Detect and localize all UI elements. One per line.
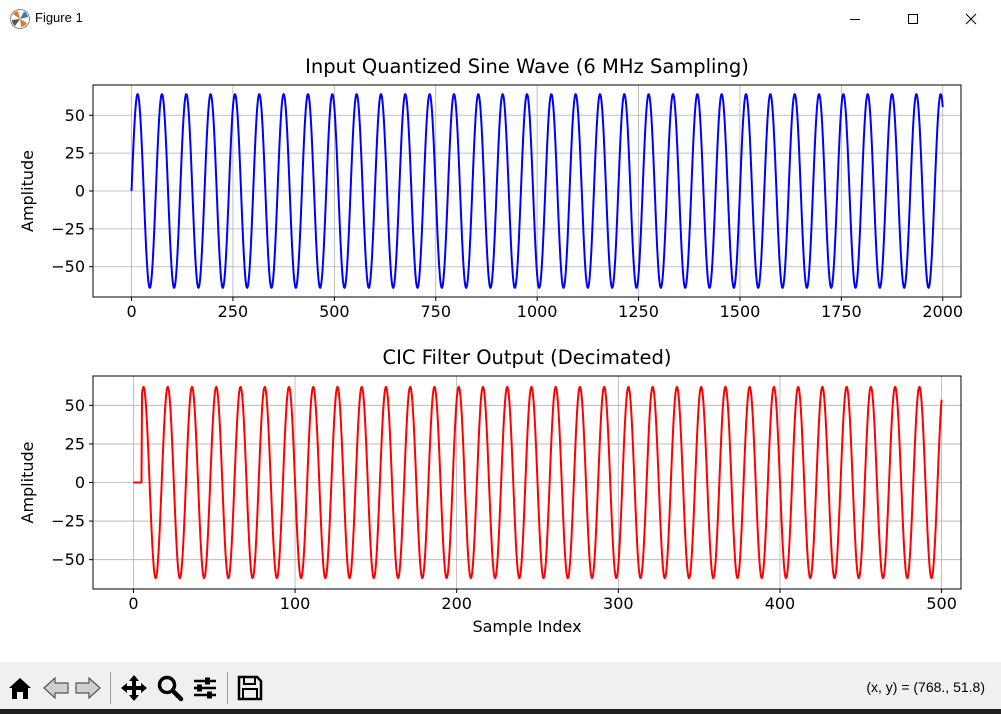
- save-button[interactable]: [234, 672, 266, 704]
- cursor-coordinates: (x, y) = (768., 51.8): [866, 679, 985, 695]
- configure-subplots-icon: [194, 677, 216, 699]
- home-button[interactable]: [4, 672, 36, 704]
- x-tick-label: 1250: [618, 302, 659, 321]
- y-tick-label: 0: [75, 473, 85, 492]
- close-button[interactable]: [942, 0, 1000, 38]
- x-tick-label: 0: [126, 302, 136, 321]
- minimize-icon: [850, 19, 860, 20]
- forward-arrow-icon: [75, 676, 101, 700]
- zoom-button[interactable]: [154, 672, 186, 704]
- back-button[interactable]: [40, 672, 72, 704]
- y-tick-label: 50: [65, 106, 85, 125]
- x-tick-label: 500: [926, 594, 957, 613]
- pan-button[interactable]: [118, 672, 150, 704]
- x-tick-label: 750: [420, 302, 451, 321]
- zoom-icon: [157, 675, 184, 702]
- toolbar-separator: [227, 672, 228, 704]
- x-tick-label: 2000: [922, 302, 963, 321]
- x-tick-label: 1750: [821, 302, 862, 321]
- y-axis-label: Amplitude: [18, 442, 37, 524]
- figure-canvas[interactable]: 0 250 500 750 1000 1250 1500 1750 2000 50 25 0 −25 −5…: [0, 38, 1001, 662]
- y-tick-label: 25: [65, 144, 85, 163]
- close-icon: [965, 13, 977, 25]
- y-tick-label: 50: [65, 396, 85, 415]
- window-title: Figure 1: [35, 10, 83, 25]
- title-bar: Figure 1: [0, 0, 1001, 38]
- maximize-button[interactable]: [884, 0, 942, 38]
- y-tick-label: −50: [51, 257, 85, 276]
- x-tick-label: 300: [603, 594, 634, 613]
- x-tick-label: 1000: [517, 302, 558, 321]
- save-icon: [237, 675, 263, 701]
- x-axis-label: Sample Index: [472, 617, 581, 636]
- x-tick-label: 500: [319, 302, 350, 321]
- x-tick-label: 0: [128, 594, 138, 613]
- chart-title: Input Quantized Sine Wave (6 MHz Samplin…: [305, 55, 749, 78]
- home-icon: [9, 678, 31, 699]
- y-tick-label: 0: [75, 182, 85, 201]
- forward-button[interactable]: [72, 672, 104, 704]
- y-tick-label: −50: [51, 550, 85, 569]
- y-tick-label: 25: [65, 434, 85, 453]
- window-bottom-edge: [0, 709, 1001, 714]
- x-tick-label: 200: [441, 594, 472, 613]
- chart-title: CIC Filter Output (Decimated): [383, 346, 672, 369]
- x-tick-label: 400: [765, 594, 796, 613]
- minimize-button[interactable]: [826, 0, 884, 38]
- subplot-1: 0 250 500 750 1000 1250 1500 1750 200050250−25−5…: [18, 55, 963, 321]
- subplot-2: 0 100 200 300 400 500 50 25 0 −25 −50 CIC Filter Ou…: [18, 346, 962, 636]
- x-tick-label: 1500: [720, 302, 761, 321]
- back-arrow-icon: [43, 676, 69, 700]
- configure-subplots-button[interactable]: [189, 672, 221, 704]
- figure-window: Figure 1 0 250 500 750 1000 1250 1500 1750 2000 5…: [0, 0, 1001, 714]
- figure-svg: 0 250 500 750 1000 1250 1500 1750 200050250−25−5…: [18, 55, 963, 636]
- x-tick-label: 100: [280, 594, 311, 613]
- matplotlib-logo-icon: [10, 9, 30, 29]
- y-axis-label: Amplitude: [18, 150, 37, 232]
- toolbar-separator: [110, 672, 111, 704]
- pan-icon: [121, 675, 147, 701]
- x-tick-label: 250: [218, 302, 249, 321]
- y-tick-label: −25: [51, 512, 85, 531]
- navigation-toolbar: (x, y) = (768., 51.8): [0, 662, 1001, 714]
- maximize-icon: [908, 14, 918, 24]
- y-tick-label: −25: [51, 219, 85, 238]
